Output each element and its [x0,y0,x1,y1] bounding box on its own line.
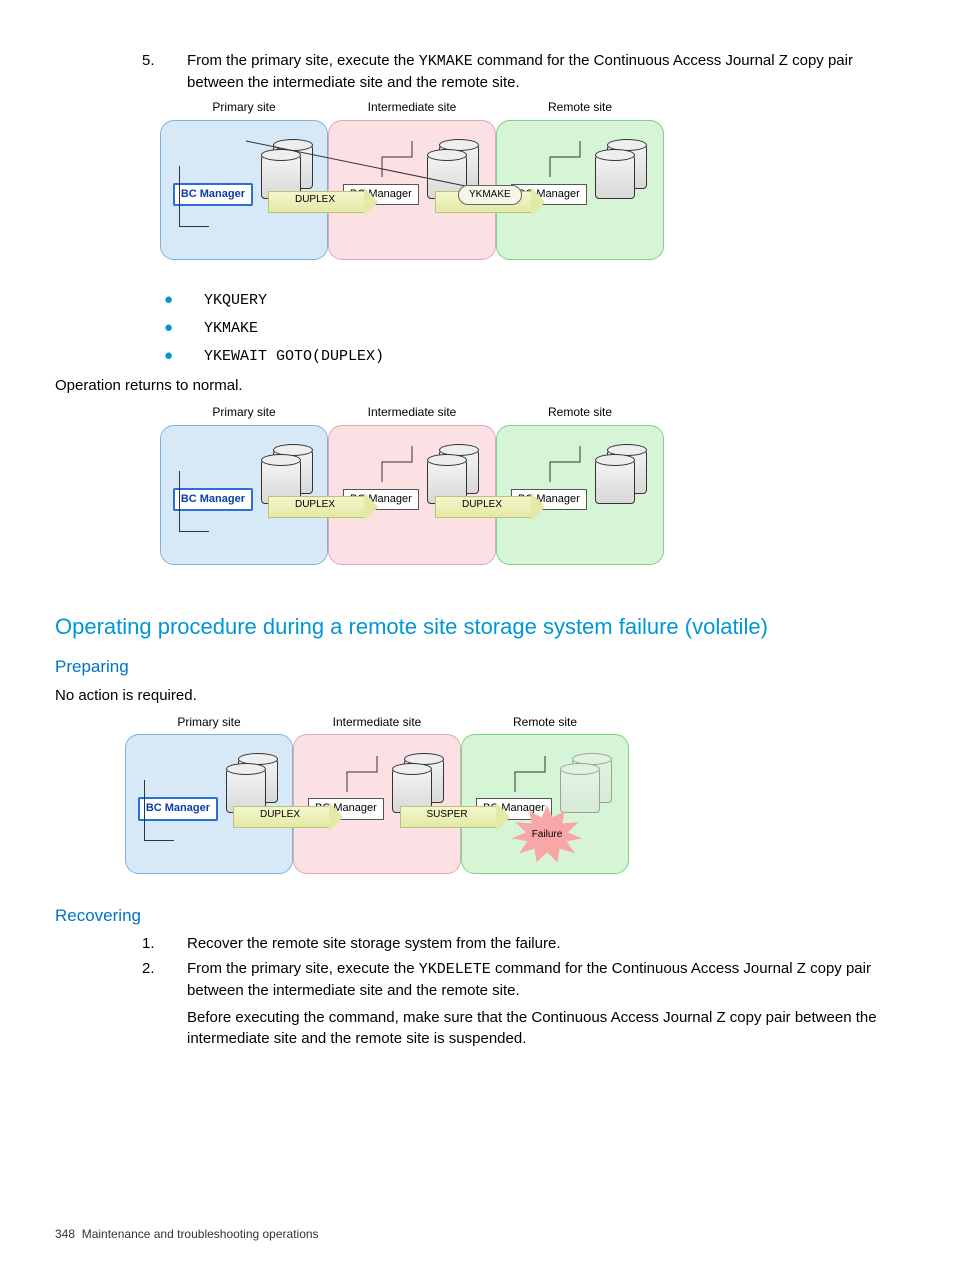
d1-primary-bc: BC Manager [173,183,253,206]
d1-primary-label: Primary site [160,99,328,116]
return-normal-text: Operation returns to normal. [55,375,899,396]
d2-remote-box: BC Manager [496,425,664,565]
d1-arrow-1-text: DUPLEX [285,193,345,207]
d3-intermediate-box: BC Manager [293,734,461,874]
d3-intermediate-label: Intermediate site [293,714,461,731]
step-5-number: 5. [120,50,182,93]
d3-remote-disks [556,757,614,811]
d3-primary-box: BC Manager [125,734,293,874]
diagram-3: Primary site BC Manager Intermediate sit… [125,714,645,894]
d1-remote-label: Remote site [496,99,664,116]
d1-primary-disks [257,143,315,197]
recover-step-2-body: From the primary site, execute the YKDEL… [182,958,899,1057]
preparing-heading: Preparing [55,655,899,679]
step-5: 5. From the primary site, execute the YK… [120,50,899,93]
diagram-1: Primary site BC Manager Intermediate sit… [160,99,680,279]
d3-primary-label: Primary site [125,714,293,731]
d2-remote-label: Remote site [496,404,664,421]
bullet-1: YKQUERY [204,290,267,311]
d2-arrow-2-text: DUPLEX [452,498,512,512]
d3-arrow-2-text: SUSPER [417,808,477,822]
diagram-2: Primary site BC Manager Intermediate sit… [160,404,680,584]
d1-intermediate-label: Intermediate site [328,99,496,116]
d1-primary-box: BC Manager [160,120,328,260]
recover-step-1: 1. Recover the remote site storage syste… [120,933,899,954]
page-number: 348 [55,1227,75,1241]
d3-intermediate-disks [388,757,446,811]
recover-step-2-num: 2. [120,958,182,1057]
bullet-dot: ● [160,345,204,366]
d3-failure-text: Failure [532,828,563,842]
d1-remote-box: BC Manager [496,120,664,260]
d3-failure-star: Failure [512,805,582,865]
d2-intermediate-label: Intermediate site [328,404,496,421]
step-5-cmd: YKMAKE [419,53,473,70]
d2-primary-label: Primary site [160,404,328,421]
recovering-heading: Recovering [55,904,899,928]
recover-step-2-a: From the primary site, execute the [187,960,419,977]
recover-step-1-body: Recover the remote site storage system f… [182,933,899,954]
recover-step-2: 2. From the primary site, execute the YK… [120,958,899,1057]
bullet-list: ●YKQUERY ●YKMAKE ●YKEWAIT GOTO(DUPLEX) [160,289,899,367]
bullet-dot: ● [160,289,204,310]
bullet-2: YKMAKE [204,318,258,339]
d2-primary-disks [257,448,315,502]
d2-remote-disks [591,448,649,502]
d3-arrow-1-text: DUPLEX [250,808,310,822]
section-heading: Operating procedure during a remote site… [55,612,899,643]
d1-remote-disks [591,143,649,197]
bullet-3: YKEWAIT GOTO(DUPLEX) [204,346,384,367]
d2-arrow-1-text: DUPLEX [285,498,345,512]
step-5-text-a: From the primary site, execute the [187,52,419,69]
page-footer: 348 Maintenance and troubleshooting oper… [55,1226,319,1243]
footer-title: Maintenance and troubleshooting operatio… [82,1227,319,1241]
recover-step-2-para2: Before executing the command, make sure … [187,1007,899,1049]
d3-primary-bc: BC Manager [138,797,218,820]
d3-primary-disks [222,757,280,811]
preparing-text: No action is required. [55,685,899,706]
recover-step-2-cmd: YKDELETE [419,961,491,978]
recover-step-1-num: 1. [120,933,182,954]
bullet-dot: ● [160,317,204,338]
d2-primary-box: BC Manager [160,425,328,565]
d2-intermediate-box: BC Manager [328,425,496,565]
d2-intermediate-disks [423,448,481,502]
d3-remote-label: Remote site [461,714,629,731]
d2-primary-bc: BC Manager [173,488,253,511]
step-5-body: From the primary site, execute the YKMAK… [182,50,899,93]
d3-remote-box: BC Manager Failure [461,734,629,874]
d1-ykmake-bubble: YKMAKE [458,185,522,205]
